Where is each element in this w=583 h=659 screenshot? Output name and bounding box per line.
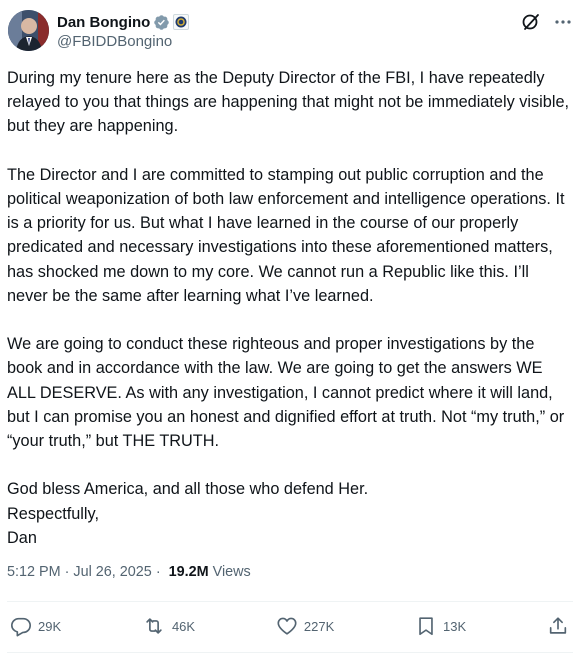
views-label: Views [212,564,251,580]
meta-separator: · [64,564,70,580]
bookmark-count: 13K [443,618,467,634]
tweet-header: Dan Bongino @FBIDDBongino [8,10,573,54]
tweet-time[interactable]: 5:12 PM [7,564,61,580]
like-button[interactable]: 227K [276,615,334,637]
reply-count: 29K [38,618,62,634]
bookmark-button[interactable]: 13K [415,615,466,637]
tweet-meta: 5:12 PM · Jul 26, 2025 · 19.2M Views [7,564,251,580]
divider [7,601,573,602]
tweet-actions: 29K 46K 227K 13K [10,612,569,640]
meta-separator: · [155,564,161,580]
tweet-date[interactable]: Jul 26, 2025 [73,564,151,580]
verified-badge-icon[interactable] [153,14,170,31]
user-handle[interactable]: @FBIDDBongino [57,33,189,50]
heart-icon [276,615,298,637]
bookmark-icon [415,615,437,637]
avatar[interactable] [8,10,49,51]
more-options-icon[interactable] [553,12,573,32]
share-button[interactable] [547,615,569,637]
reply-icon [10,615,32,637]
share-icon [547,615,569,637]
display-name[interactable]: Dan Bongino [57,14,150,31]
grok-icon[interactable] [521,12,541,32]
repost-icon [142,615,166,637]
repost-count: 46K [171,618,196,634]
views-count[interactable]: 19.2M [169,564,209,580]
like-count: 227K [303,618,335,634]
repost-button[interactable]: 46K [142,615,195,637]
reply-button[interactable]: 29K [10,615,61,637]
tweet-body: During my tenure here as the Deputy Dire… [7,69,570,547]
divider [7,652,573,653]
fbi-seal-icon[interactable] [173,14,190,30]
